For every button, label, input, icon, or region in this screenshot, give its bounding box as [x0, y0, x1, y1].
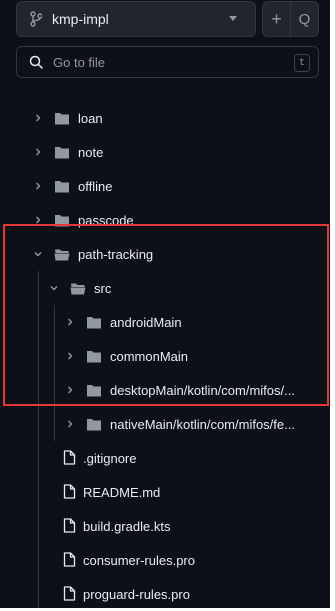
- folder-label: passcode: [78, 212, 134, 228]
- folder-label: androidMain: [110, 314, 182, 330]
- folder-label: loan: [78, 110, 103, 126]
- folder-label: note: [78, 144, 104, 160]
- folder-icon: [86, 417, 104, 431]
- add-file-button[interactable]: +: [263, 2, 290, 36]
- chevron-right-icon[interactable]: [64, 316, 76, 328]
- file-icon: [63, 517, 81, 533]
- folder-open-icon: [70, 281, 88, 295]
- file-item-readme-md[interactable]: README.md: [0, 475, 330, 509]
- file-icon: [63, 449, 81, 465]
- folder-item-commonmain[interactable]: commonMain: [0, 339, 330, 373]
- chevron-right-icon[interactable]: [64, 350, 76, 362]
- folder-icon: [86, 315, 104, 329]
- chevron-down-icon: [229, 16, 237, 21]
- folder-item-loan[interactable]: loan: [0, 101, 330, 135]
- folder-item-note[interactable]: note: [0, 135, 330, 169]
- file-icon: [63, 551, 81, 567]
- folder-icon: [86, 383, 104, 397]
- folder-item-desktopmain-kotlin-com-mifos[interactable]: desktopMain/kotlin/com/mifos/...: [0, 373, 330, 407]
- file-item-proguard-rules-pro[interactable]: proguard-rules.pro: [0, 577, 330, 611]
- folder-label: commonMain: [110, 348, 189, 364]
- folder-label: desktopMain/kotlin/com/mifos/...: [110, 382, 295, 398]
- search-icon: [29, 54, 45, 70]
- file-label: proguard-rules.pro: [83, 586, 190, 602]
- file-label: consumer-rules.pro: [83, 552, 195, 568]
- plus-icon: +: [271, 8, 282, 29]
- folder-item-src[interactable]: src: [0, 271, 330, 305]
- folder-item-offline[interactable]: offline: [0, 169, 330, 203]
- folder-item-androidmain[interactable]: androidMain: [0, 305, 330, 339]
- folder-label: path-tracking: [78, 246, 154, 262]
- folder-item-passcode[interactable]: passcode: [0, 203, 330, 237]
- branch-selector-button[interactable]: kmp-impl: [16, 1, 256, 37]
- go-to-file-search: t: [16, 46, 319, 78]
- folder-label: nativeMain/kotlin/com/mifos/fe...: [110, 416, 295, 432]
- file-item-gitignore[interactable]: .gitignore: [0, 441, 330, 475]
- indent-guide: [38, 271, 39, 608]
- file-tree-panel: kmp-impl + Q t loan note offline passcode pa…: [0, 0, 330, 608]
- chevron-down-icon[interactable]: [32, 248, 44, 260]
- folder-icon: [54, 145, 72, 159]
- file-label: .gitignore: [83, 450, 137, 466]
- search-icon: Q: [298, 10, 311, 28]
- header-actions: + Q: [262, 1, 319, 37]
- indent-guide: [54, 305, 55, 441]
- file-icon: [63, 585, 81, 601]
- file-label: README.md: [83, 484, 161, 500]
- folder-label: offline: [78, 178, 113, 194]
- chevron-right-icon[interactable]: [32, 146, 44, 158]
- branch-name: kmp-impl: [52, 11, 109, 27]
- folder-label: src: [94, 280, 112, 296]
- folder-item-path-tracking[interactable]: path-tracking: [0, 237, 330, 271]
- file-label: build.gradle.kts: [83, 518, 171, 534]
- file-item-build-gradle-kts[interactable]: build.gradle.kts: [0, 509, 330, 543]
- folder-icon: [54, 111, 72, 125]
- chevron-right-icon[interactable]: [32, 214, 44, 226]
- git-branch-icon: [30, 11, 44, 27]
- search-button[interactable]: Q: [291, 2, 318, 36]
- file-icon: [63, 483, 81, 499]
- keyboard-shortcut-hint: t: [294, 54, 310, 72]
- chevron-right-icon[interactable]: [64, 418, 76, 430]
- folder-icon: [86, 349, 104, 363]
- chevron-down-icon[interactable]: [48, 282, 60, 294]
- folder-item-nativemain-kotlin-com-mifos-fe[interactable]: nativeMain/kotlin/com/mifos/fe...: [0, 407, 330, 441]
- chevron-right-icon[interactable]: [64, 384, 76, 396]
- folder-icon: [54, 179, 72, 193]
- chevron-right-icon[interactable]: [32, 112, 44, 124]
- folder-icon: [54, 213, 72, 227]
- folder-open-icon: [54, 247, 72, 261]
- chevron-right-icon[interactable]: [32, 180, 44, 192]
- search-input[interactable]: [51, 53, 285, 71]
- file-item-consumer-rules-pro[interactable]: consumer-rules.pro: [0, 543, 330, 577]
